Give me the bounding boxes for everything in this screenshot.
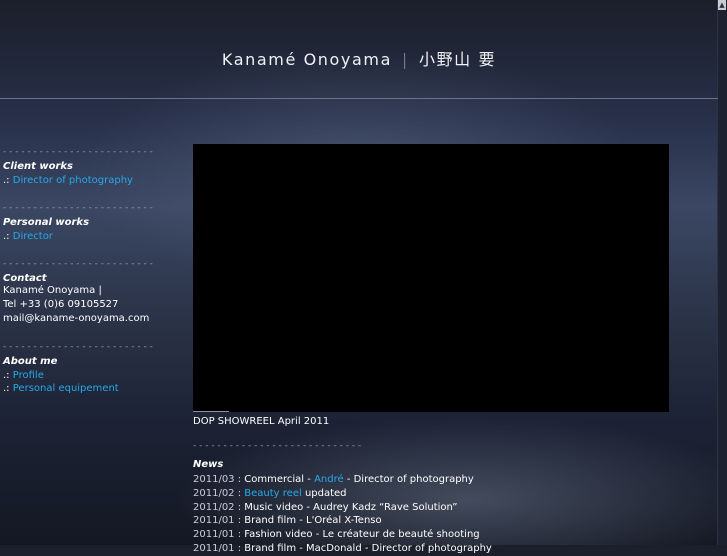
news-link[interactable]: André (314, 474, 344, 485)
personal-equipment-link[interactable]: Personal equipement (13, 383, 119, 394)
bullet-prefix: .: (3, 231, 10, 242)
news-text: Commercial - (241, 474, 315, 485)
news-item: 2011/01 : Fashion video - Le créateur de… (193, 528, 673, 542)
contact-heading: Contact (3, 273, 47, 284)
bullet-prefix: .: (3, 370, 10, 381)
site-title-japanese: 小野山 要 (418, 50, 497, 69)
director-link[interactable]: Director (13, 231, 53, 242)
director-of-photography-link[interactable]: Director of photography (13, 175, 133, 186)
news-item: 2011/03 : Commercial - André - Director … (193, 473, 673, 487)
caption-underline (193, 411, 229, 412)
site-title-latin: Kanamé Onoyama (221, 50, 392, 69)
news-item: 2011/02 : Beauty reel updated (193, 487, 673, 501)
news-list: 2011/03 : Commercial - André - Director … (193, 473, 673, 556)
news-section: - - - - - - - - - - - - - - - - - - - - … (193, 441, 673, 556)
sidebar: - - - - - - - - - - - - - - - - - - - - … (3, 147, 153, 395)
video-player[interactable] (193, 144, 669, 412)
news-date: 2011/01 : (193, 515, 242, 527)
news-item: 2011/01 : Brand film - MacDonald - Direc… (193, 542, 673, 556)
news-heading: News (193, 459, 224, 470)
contact-phone: Tel +33 (0)6 09105527 (3, 299, 119, 310)
sidebar-divider: - - - - - - - - - - - - - - - - - - - - … (3, 342, 153, 352)
news-text-suffix: updated (301, 487, 347, 499)
sidebar-divider: - - - - - - - - - - - - - - - - - - - - … (3, 203, 153, 213)
news-text: Music video - Audrey Kadz “Rave Solution… (241, 501, 458, 513)
news-divider: - - - - - - - - - - - - - - - - - - - - … (193, 441, 362, 451)
contact-name: Kanamé Onoyama | (3, 285, 102, 296)
scroll-up-arrow-icon[interactable]: ▲ (718, 0, 726, 10)
about-item-profile: .: Profile (3, 369, 153, 382)
header-divider (0, 98, 718, 99)
personal-works-item: .: Director (3, 230, 153, 243)
news-link[interactable]: Beauty reel (244, 488, 301, 499)
news-item: 2011/02 : Music video - Audrey Kadz “Rav… (193, 501, 673, 515)
bullet-prefix: .: (3, 175, 10, 186)
video-caption: DOP SHOWREEL April 2011 (193, 416, 330, 427)
profile-link[interactable]: Profile (13, 370, 44, 381)
sidebar-divider: - - - - - - - - - - - - - - - - - - - - … (3, 147, 153, 157)
news-date: 2011/02 : (193, 487, 242, 499)
news-text-suffix: - Director of photography (343, 474, 474, 485)
news-text: Fashion video - Le créateur de beauté sh… (241, 529, 480, 541)
client-works-heading: Client works (3, 161, 73, 172)
vertical-scrollbar[interactable]: ▲ (717, 0, 727, 545)
about-item-equipment: .: Personal equipement (3, 382, 153, 395)
news-date: 2011/02 : (193, 501, 242, 513)
news-date: 2011/03 : (193, 474, 242, 485)
client-works-item: .: Director of photography (3, 174, 153, 187)
news-item: 2011/01 : Brand film - L'Oréal X-Tenso (193, 514, 673, 528)
sidebar-divider: - - - - - - - - - - - - - - - - - - - - … (3, 259, 153, 269)
contact-email: mail@kaname-onoyama.com (3, 313, 150, 324)
site-title: Kanamé Onoyama | 小野山 要 (0, 46, 718, 70)
personal-works-heading: Personal works (3, 217, 90, 228)
news-date: 2011/01 : (193, 529, 242, 541)
bullet-prefix: .: (3, 383, 10, 394)
title-separator: | (401, 50, 409, 69)
about-heading: About me (3, 356, 58, 367)
news-text: Brand film - L'Oréal X-Tenso (241, 515, 382, 527)
